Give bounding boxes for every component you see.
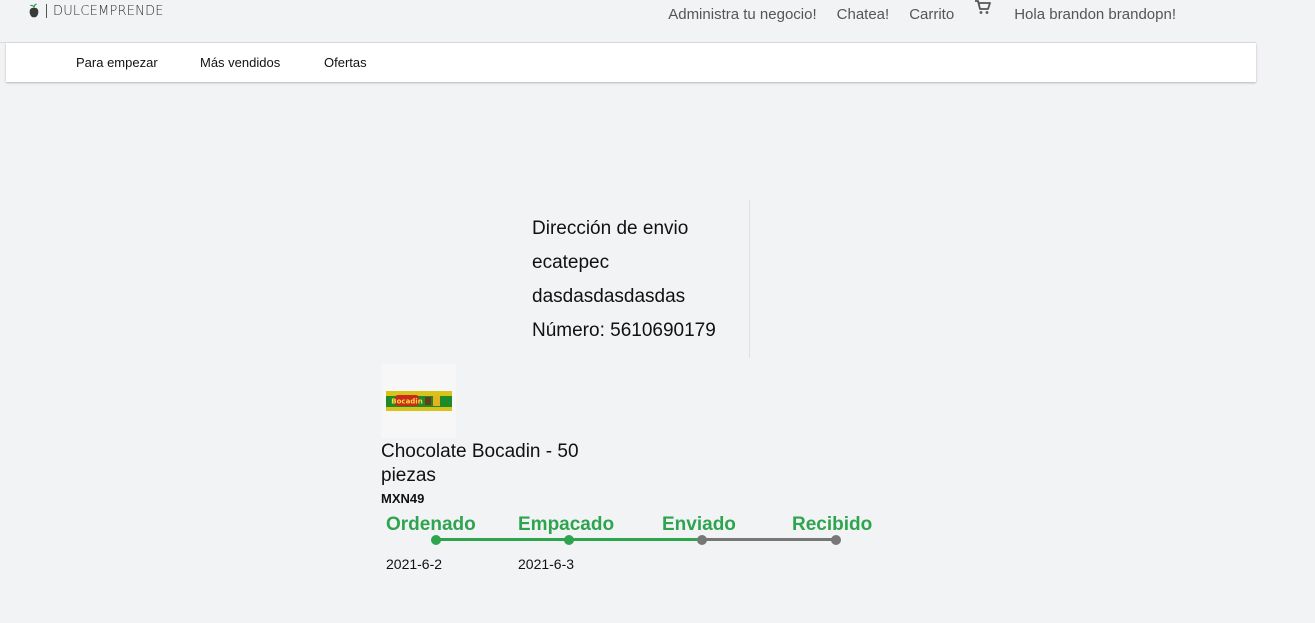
step-empacado-dot xyxy=(564,535,574,545)
shipping-title: Dirección de envio xyxy=(532,218,689,239)
brand-name: DULCEMPRENDE xyxy=(53,3,164,19)
manage-business-link[interactable]: Administra tu negocio! xyxy=(668,6,816,23)
cart-icon[interactable] xyxy=(974,0,994,17)
category-nav: Para empezar Más vendidos Ofertas xyxy=(6,43,1256,82)
step-ordenado-dot xyxy=(431,535,441,545)
step-ordenado-label: Ordenado xyxy=(386,514,476,535)
cart-link[interactable]: Carrito xyxy=(909,6,954,23)
step-enviado-dot xyxy=(697,535,707,545)
apple-logo-icon xyxy=(29,3,39,18)
product-image[interactable]: Bocadin xyxy=(381,364,456,438)
top-header: DULCEMPRENDE Administra tu negocio! Chat… xyxy=(0,0,1256,43)
step-recibido-dot xyxy=(831,535,841,545)
chat-link[interactable]: Chatea! xyxy=(837,6,890,23)
tracker-segment-1 xyxy=(436,538,569,541)
tracker-segment-3 xyxy=(702,538,836,541)
category-mas-vendidos[interactable]: Más vendidos xyxy=(200,55,280,70)
category-para-empezar[interactable]: Para empezar xyxy=(76,55,158,70)
brand-logo[interactable]: DULCEMPRENDE xyxy=(28,2,164,20)
shipping-phone: Número: 5610690179 xyxy=(532,320,716,341)
tracker-segment-2 xyxy=(569,538,702,541)
product-name[interactable]: Chocolate Bocadin - 50 piezas xyxy=(381,440,606,488)
user-greeting[interactable]: Hola brandon brandopn! xyxy=(1014,6,1176,23)
shipping-street: dasdasdasdasdas xyxy=(532,286,686,307)
step-empacado-label: Empacado xyxy=(518,514,615,535)
step-empacado-date: 2021-6-3 xyxy=(518,556,575,572)
brand-divider xyxy=(46,4,47,18)
top-nav: Administra tu negocio! Chatea! Carrito H… xyxy=(668,0,1176,23)
product-price: MXN49 xyxy=(381,491,425,506)
step-ordenado-date: 2021-6-2 xyxy=(386,556,443,572)
category-ofertas[interactable]: Ofertas xyxy=(324,55,367,70)
shopping-cart-icon xyxy=(975,0,992,14)
product-package-image: Bocadin xyxy=(386,391,452,411)
shipping-city: ecatepec xyxy=(532,252,610,273)
svg-text:Bocadin: Bocadin xyxy=(391,398,422,406)
step-recibido-label: Recibido xyxy=(792,514,873,535)
shipping-address: Dirección de envio ecatepec dasdasdasdas… xyxy=(532,200,750,358)
step-enviado-label: Enviado xyxy=(662,514,736,535)
